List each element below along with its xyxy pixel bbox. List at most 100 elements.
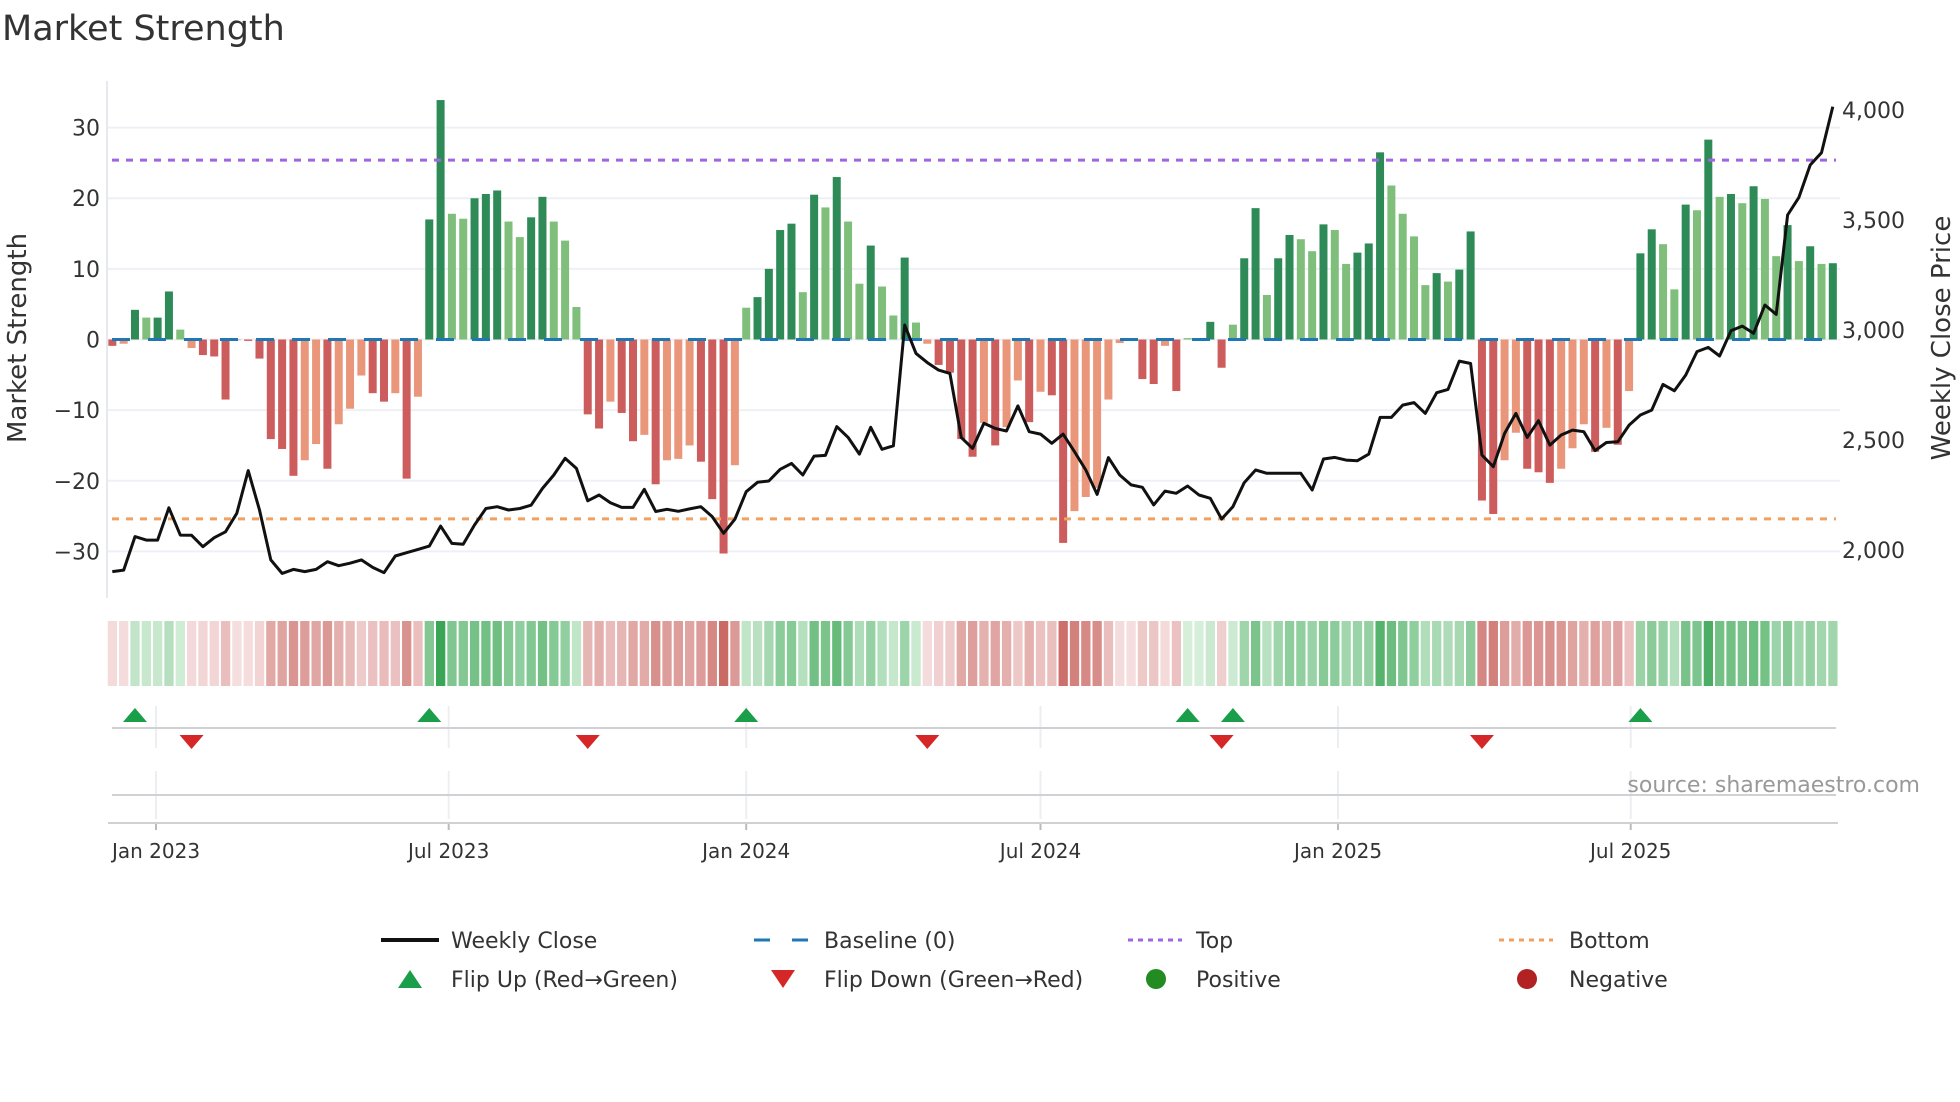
strip-cell bbox=[639, 621, 650, 686]
strip-cell bbox=[1035, 621, 1046, 686]
strength-bar bbox=[1330, 230, 1339, 340]
strip-cell bbox=[1828, 621, 1838, 686]
strength-bar bbox=[176, 329, 185, 340]
flip-up-marker bbox=[122, 708, 147, 722]
strength-bar bbox=[866, 245, 875, 340]
strength-bar bbox=[1002, 339, 1011, 428]
strength-bar bbox=[1138, 339, 1147, 380]
strip-cell bbox=[707, 621, 717, 686]
strength-bar bbox=[742, 307, 751, 340]
y2-tick-label: 3,000 bbox=[1842, 319, 1905, 344]
strip-cell bbox=[1692, 621, 1702, 686]
strip-cell bbox=[1183, 621, 1193, 686]
strength-bar bbox=[583, 339, 592, 415]
legend-label: Flip Up (Red→Green) bbox=[451, 968, 678, 993]
strip-cell bbox=[685, 621, 695, 686]
strength-bar bbox=[1659, 244, 1668, 340]
strip-cell bbox=[435, 621, 446, 686]
strip-cell bbox=[345, 621, 355, 686]
y-tick-label: 30 bbox=[72, 117, 100, 142]
strip-cell bbox=[209, 621, 219, 686]
strip-cell bbox=[1477, 621, 1487, 686]
strip-cell bbox=[469, 621, 480, 686]
strength-bar bbox=[730, 339, 739, 466]
strength-bar bbox=[1353, 252, 1362, 340]
strip-cell bbox=[1273, 621, 1283, 686]
strip-cell bbox=[1533, 621, 1544, 686]
strength-bar bbox=[1557, 339, 1566, 469]
strip-cell bbox=[1454, 621, 1465, 686]
strength-bar bbox=[1319, 224, 1328, 340]
strip-cell bbox=[798, 621, 808, 686]
strength-bar bbox=[1738, 203, 1747, 340]
strength-bar bbox=[1477, 339, 1486, 501]
strip-cell bbox=[1782, 621, 1793, 686]
strip-cell bbox=[1284, 621, 1295, 686]
strip-cell bbox=[741, 621, 751, 686]
y-tick-label: −20 bbox=[54, 470, 100, 495]
strip-cell bbox=[1024, 621, 1034, 686]
y-tick-label: −10 bbox=[54, 399, 100, 424]
strip-cell bbox=[1149, 621, 1159, 686]
strip-cell bbox=[922, 621, 933, 686]
strength-bar bbox=[164, 291, 173, 340]
strength-bar bbox=[1387, 185, 1396, 340]
strip-cell bbox=[1318, 621, 1329, 686]
strength-bar bbox=[1704, 139, 1713, 340]
strength-bar bbox=[1183, 338, 1192, 340]
strip-cell bbox=[1103, 621, 1114, 686]
strength-bar bbox=[798, 292, 807, 340]
strength-bar bbox=[719, 339, 728, 554]
strength-bar bbox=[323, 339, 332, 469]
strength-bar bbox=[459, 218, 468, 340]
strength-bar bbox=[1047, 339, 1056, 396]
strip-cell bbox=[1443, 621, 1453, 686]
flip-down-marker bbox=[179, 735, 204, 749]
strength-bar bbox=[696, 339, 705, 462]
strip-cell bbox=[820, 621, 831, 686]
flip-up-icon bbox=[398, 970, 422, 988]
strength-bar bbox=[1364, 243, 1373, 340]
flip-down-marker bbox=[915, 735, 940, 749]
strip-cell bbox=[254, 621, 265, 686]
strength-bar bbox=[1342, 263, 1351, 340]
strip-cell bbox=[1556, 621, 1566, 686]
strip-cell bbox=[1567, 621, 1578, 686]
strip-cell bbox=[390, 621, 401, 686]
strength-bar bbox=[300, 339, 309, 461]
strip-cell bbox=[1647, 621, 1657, 686]
strip-cell bbox=[1386, 621, 1397, 686]
strip-cell bbox=[1047, 621, 1057, 686]
strength-bar bbox=[357, 339, 366, 376]
strength-bar bbox=[1149, 339, 1158, 384]
legend-label: Positive bbox=[1196, 968, 1281, 993]
strength-bar bbox=[1670, 289, 1679, 340]
strip-cell bbox=[1239, 621, 1249, 686]
strength-bar bbox=[674, 339, 683, 459]
strength-bar bbox=[1025, 339, 1034, 423]
strip-cell bbox=[1069, 621, 1080, 686]
strength-bar bbox=[1240, 258, 1249, 340]
strip-cell bbox=[571, 621, 582, 686]
strength-bar bbox=[561, 240, 570, 340]
strength-bar bbox=[1749, 186, 1758, 340]
negative-dot-icon bbox=[1517, 969, 1537, 989]
strip-cell bbox=[843, 621, 853, 686]
strip-cell bbox=[673, 621, 683, 686]
strip-cell bbox=[1137, 621, 1148, 686]
strip-cell bbox=[967, 621, 978, 686]
strip-cell bbox=[1217, 621, 1227, 686]
strength-bar bbox=[787, 223, 796, 340]
strength-bar bbox=[708, 339, 717, 500]
strip-cell bbox=[1737, 621, 1747, 686]
strip-cell bbox=[1307, 621, 1317, 686]
strength-bar bbox=[1228, 324, 1237, 340]
strength-bar bbox=[436, 100, 445, 340]
strip-cell bbox=[266, 621, 276, 686]
strength-bar bbox=[945, 339, 954, 373]
strength-bar bbox=[504, 221, 513, 340]
strip-cell bbox=[764, 621, 774, 686]
strip-cell bbox=[888, 621, 899, 686]
strength-bar bbox=[651, 339, 660, 485]
strip-cell bbox=[1681, 621, 1691, 686]
